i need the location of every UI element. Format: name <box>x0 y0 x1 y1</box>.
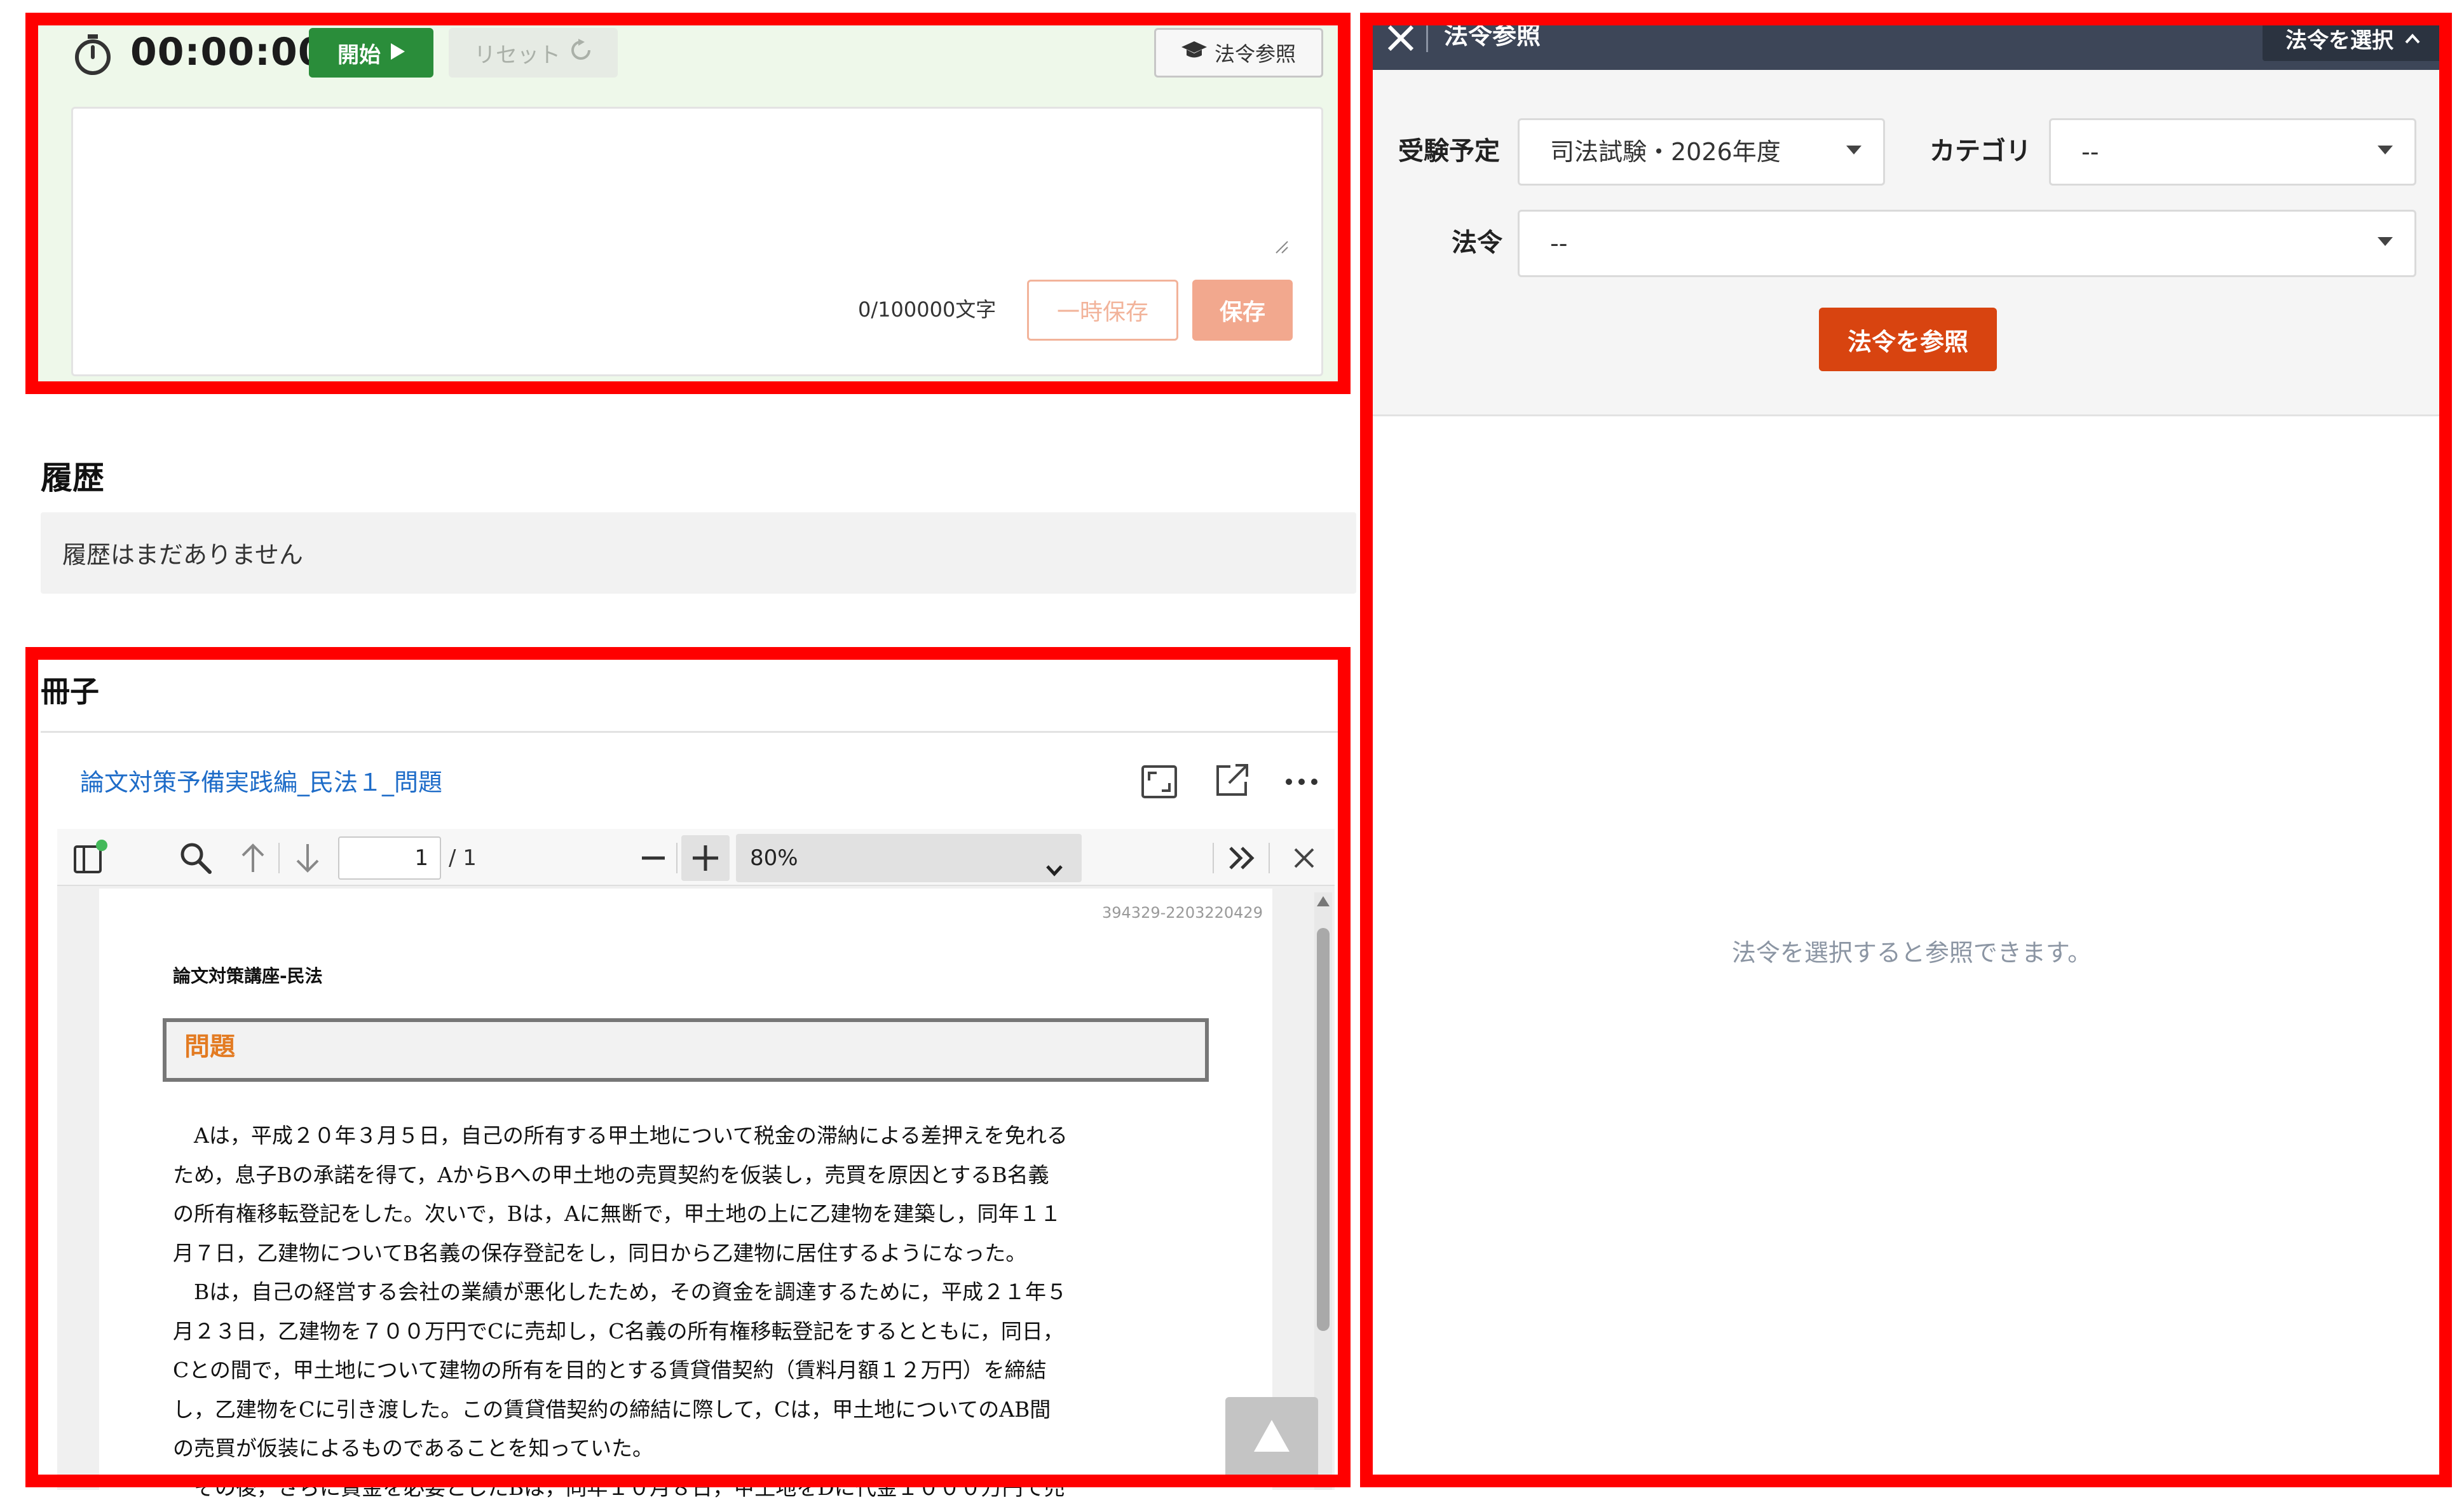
highlight-box-law-panel <box>1360 13 2452 1487</box>
history-empty-message: 履歴はまだありません <box>62 535 303 570</box>
highlight-box-timer <box>25 13 1351 394</box>
history-title: 履歴 <box>41 453 104 498</box>
highlight-box-booklet <box>25 647 1351 1487</box>
